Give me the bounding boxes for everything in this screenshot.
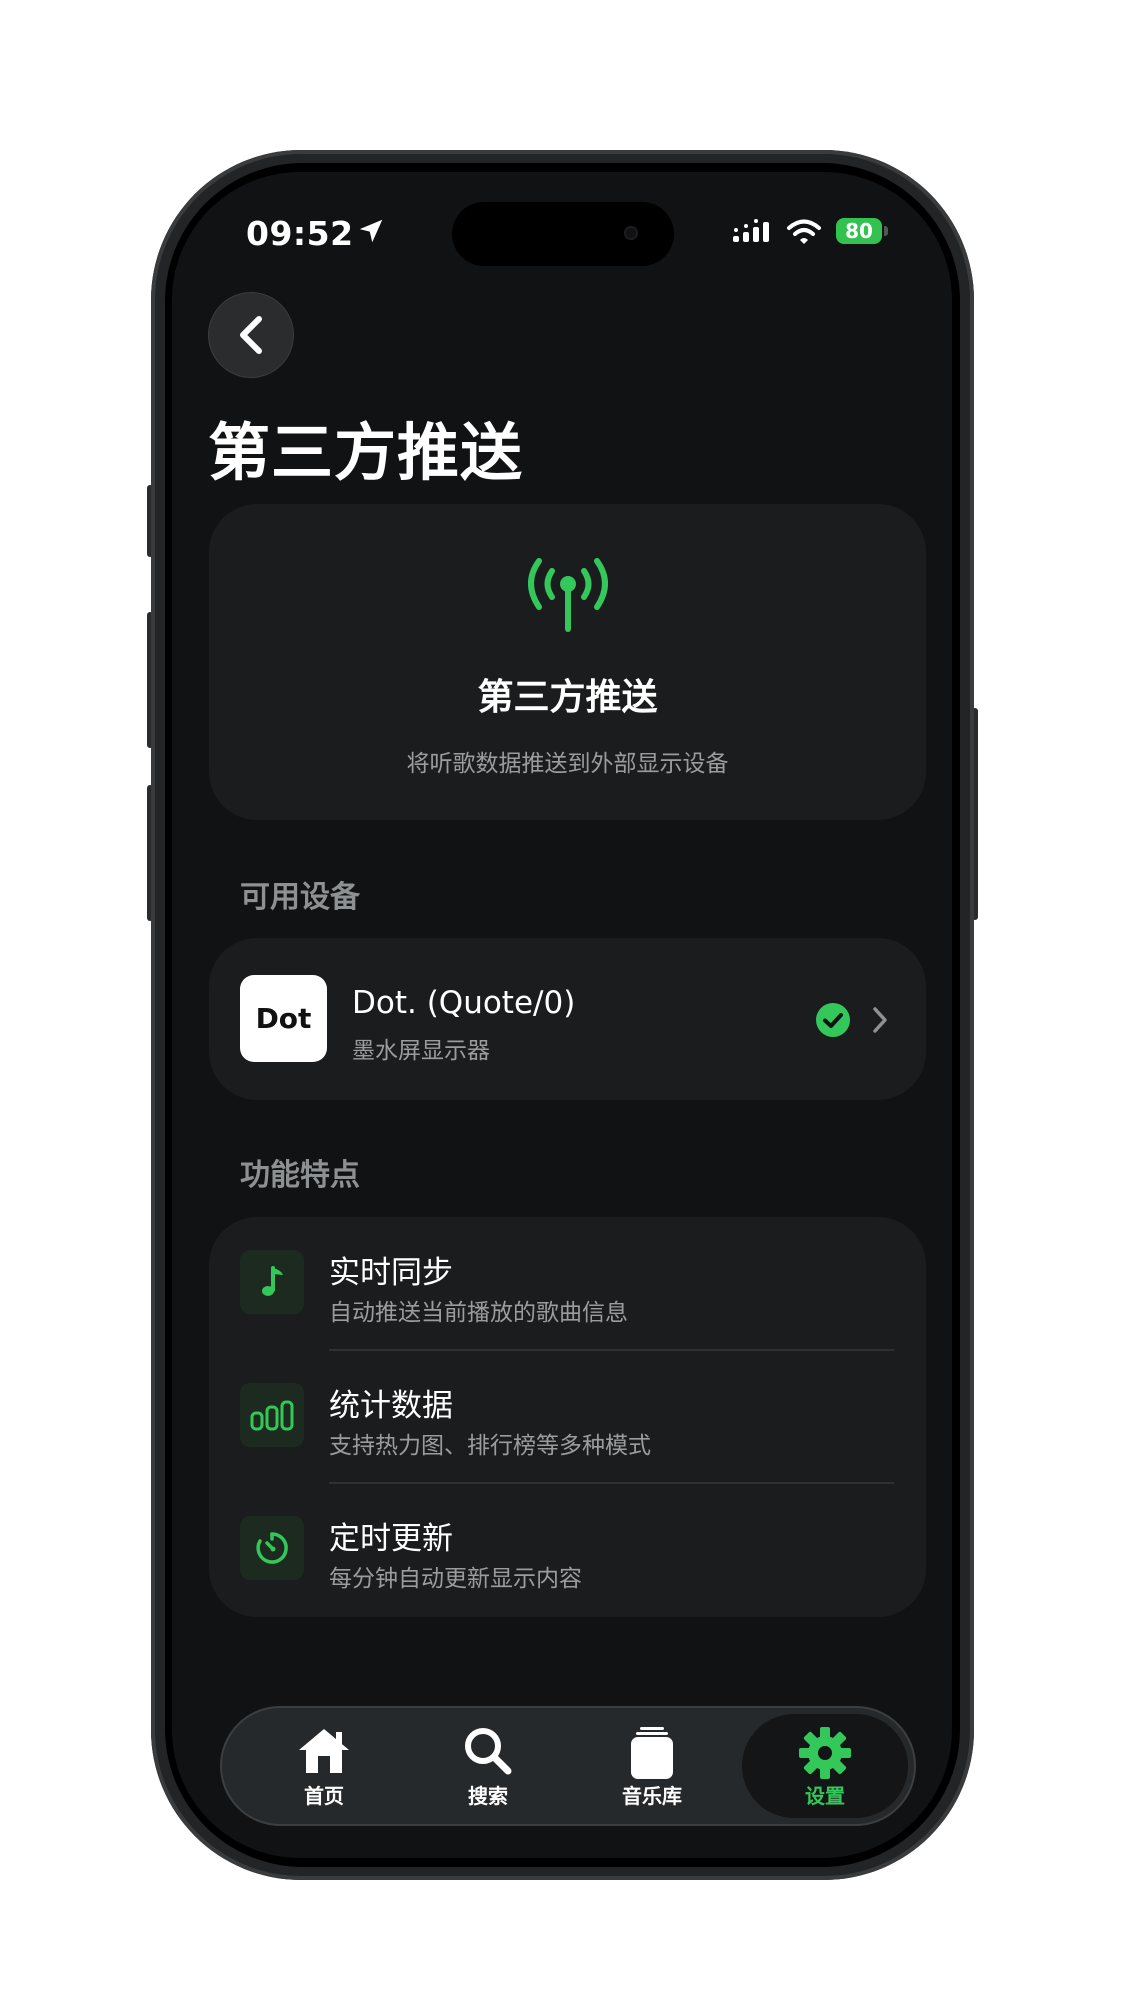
library-icon xyxy=(631,1727,673,1779)
chart-icon xyxy=(250,1400,294,1431)
device-name: Dot. (Quote/0) xyxy=(352,985,576,1021)
back-button[interactable] xyxy=(208,292,294,378)
feature-icon-box xyxy=(240,1516,304,1580)
gear-icon xyxy=(799,1727,851,1779)
tab-search[interactable]: 搜索 xyxy=(406,1708,570,1824)
device-row-dot[interactable]: Dot Dot. (Quote/0) 墨水屏显示器 xyxy=(209,938,926,1100)
chevron-right-icon xyxy=(873,1007,887,1033)
tab-home[interactable]: 首页 xyxy=(242,1708,406,1824)
tab-label: 设置 xyxy=(805,1784,845,1808)
dynamic-island xyxy=(452,202,674,266)
location-arrow-icon xyxy=(359,219,383,243)
hero-subtitle: 将听歌数据推送到外部显示设备 xyxy=(406,751,729,777)
hero-card: 第三方推送 将听歌数据推送到外部显示设备 xyxy=(209,504,926,820)
feature-description: 支持热力图、排行榜等多种模式 xyxy=(329,1433,651,1459)
check-circle-icon xyxy=(816,1003,850,1037)
search-icon xyxy=(465,1728,512,1775)
cellular-signal-icon xyxy=(733,219,769,242)
feature-item-realtime-sync: 实时同步 自动推送当前播放的歌曲信息 xyxy=(209,1217,926,1350)
tab-label: 搜索 xyxy=(468,1784,508,1808)
tab-library[interactable]: 音乐库 xyxy=(570,1708,734,1824)
home-icon xyxy=(299,1729,349,1773)
status-time: 09:52 xyxy=(246,214,354,253)
battery-indicator: 80 xyxy=(836,218,882,244)
feature-icon-box xyxy=(240,1250,304,1314)
chevron-left-icon xyxy=(240,316,262,354)
tab-label: 首页 xyxy=(304,1784,344,1808)
hero-title: 第三方推送 xyxy=(477,677,658,718)
timer-icon xyxy=(256,1532,288,1564)
wifi-icon xyxy=(787,219,821,244)
section-header-devices: 可用设备 xyxy=(240,880,360,915)
feature-description: 自动推送当前播放的歌曲信息 xyxy=(329,1300,628,1326)
feature-description: 每分钟自动更新显示内容 xyxy=(329,1566,582,1592)
feature-item-statistics: 统计数据 支持热力图、排行榜等多种模式 xyxy=(209,1350,926,1483)
feature-item-scheduled-update: 定时更新 每分钟自动更新显示内容 xyxy=(209,1483,926,1616)
antenna-icon xyxy=(528,558,608,632)
feature-title: 定时更新 xyxy=(329,1521,453,1557)
battery-cap xyxy=(884,226,888,236)
page-title: 第三方推送 xyxy=(208,416,524,489)
feature-title: 实时同步 xyxy=(329,1255,453,1291)
device-logo: Dot xyxy=(240,975,327,1062)
tab-bar: 首页 搜索 音乐库 设置 xyxy=(220,1706,916,1826)
music-note-icon xyxy=(262,1266,283,1296)
feature-title: 统计数据 xyxy=(329,1388,453,1424)
section-header-features: 功能特点 xyxy=(240,1158,360,1193)
features-card: 实时同步 自动推送当前播放的歌曲信息 统计数据 支持热力图、排行榜等多种模式 定… xyxy=(209,1217,926,1617)
feature-icon-box xyxy=(240,1383,304,1447)
tab-label: 音乐库 xyxy=(622,1784,682,1808)
device-description: 墨水屏显示器 xyxy=(352,1038,490,1064)
tab-settings[interactable]: 设置 xyxy=(742,1714,908,1818)
camera-icon xyxy=(624,226,638,240)
app-screen: 09:52 80 第三方推送 第三方推送 将听歌数据推送到外部显示设备 可用设备… xyxy=(172,172,952,1858)
